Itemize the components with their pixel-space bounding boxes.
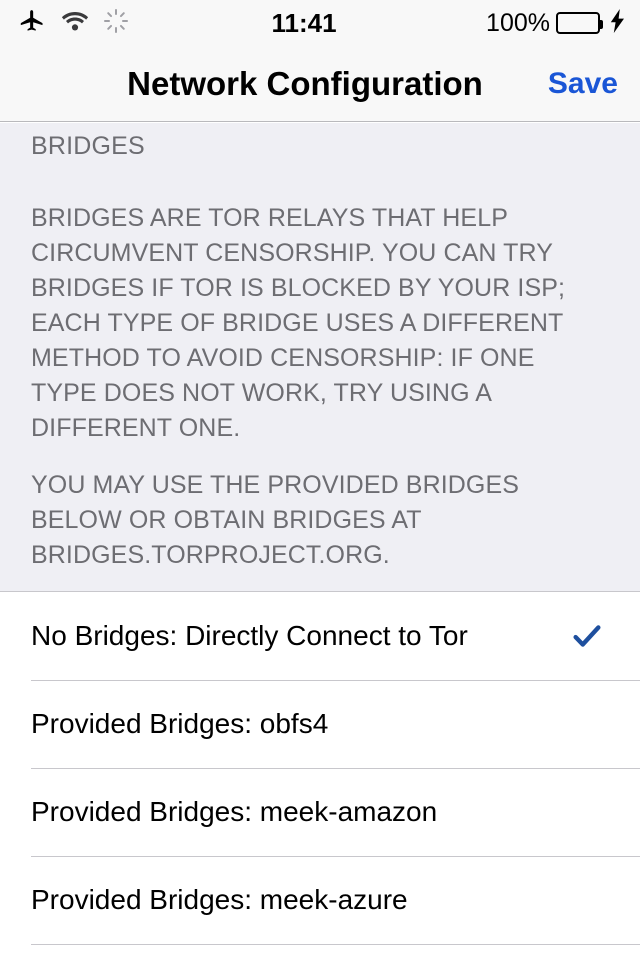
list-item[interactable]: Provided Bridges: meek-azure bbox=[0, 856, 640, 944]
section-title: BRIDGES bbox=[31, 132, 145, 160]
page-title: Network Configuration bbox=[127, 64, 483, 102]
settings-scroll-view[interactable]: BRIDGES BRIDGES ARE TOR RELAYS THAT HELP… bbox=[0, 123, 640, 960]
list-item[interactable]: No Bridges: Directly Connect to Tor bbox=[0, 592, 640, 680]
section-description-2: YOU MAY USE THE PROVIDED BRIDGES BELOW O… bbox=[31, 471, 527, 569]
status-bar-clock: 11:41 bbox=[271, 7, 337, 38]
bridge-options-list: No Bridges: Directly Connect to Tor Prov… bbox=[0, 592, 640, 960]
app-screen: 11:41 100% Network Configuration Save BR… bbox=[0, 0, 640, 960]
list-item[interactable]: Provided Bridges: obfs4 bbox=[0, 680, 640, 768]
wifi-icon bbox=[60, 9, 90, 38]
option-label: Provided Bridges: obfs4 bbox=[31, 708, 329, 739]
battery-percent-label: 100% bbox=[486, 8, 550, 37]
navigation-bar: Network Configuration Save bbox=[0, 46, 640, 122]
charging-bolt-icon bbox=[610, 8, 626, 38]
list-item[interactable]: Provided Bridges: meek-amazon bbox=[0, 768, 640, 856]
status-bar-left bbox=[18, 7, 128, 40]
checkmark-icon bbox=[570, 619, 604, 653]
save-button[interactable]: Save bbox=[548, 67, 618, 101]
airplane-mode-icon bbox=[18, 7, 46, 40]
status-bar: 11:41 100% bbox=[0, 0, 640, 46]
section-description-1: BRIDGES ARE TOR RELAYS THAT HELP CIRCUMV… bbox=[31, 204, 573, 442]
list-item[interactable]: Custom Bridges bbox=[0, 944, 640, 960]
status-bar-right: 100% bbox=[486, 8, 626, 38]
activity-spinner-icon bbox=[104, 8, 128, 38]
battery-full-icon bbox=[556, 12, 603, 34]
option-label: Provided Bridges: meek-amazon bbox=[31, 796, 438, 827]
option-label: No Bridges: Directly Connect to Tor bbox=[31, 620, 468, 651]
bridges-section-header: BRIDGES BRIDGES ARE TOR RELAYS THAT HELP… bbox=[0, 123, 640, 592]
option-label: Provided Bridges: meek-azure bbox=[31, 884, 408, 915]
